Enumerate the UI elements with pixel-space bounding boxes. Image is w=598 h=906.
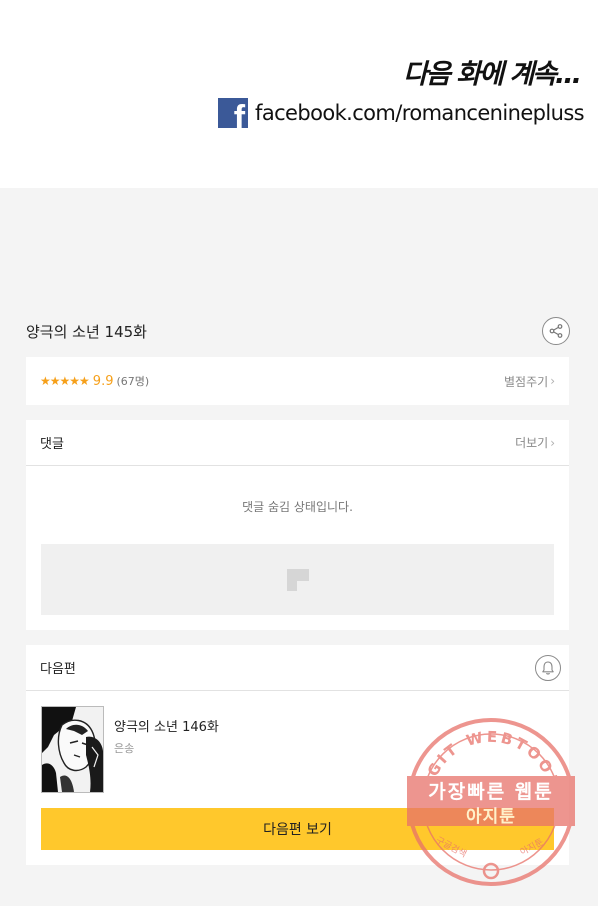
next-episode-author: 은송 [114, 742, 135, 755]
share-icon [549, 324, 563, 338]
episode-title: 양극의 소년 145화 [26, 322, 147, 341]
placeholder-image-icon [286, 568, 309, 591]
next-episode-info: 양극의 소년 146화 은송 [114, 706, 219, 793]
next-episode-thumbnail [41, 706, 104, 793]
to-be-continued-text: 다음 화에 계속… [403, 59, 582, 90]
rating-summary: ★★★★★ 9.9 (67명) [40, 373, 149, 389]
rating-count: (67명) [116, 375, 150, 388]
facebook-link[interactable]: f facebook.com/romanceninepluss [218, 98, 585, 128]
next-episode-card: 다음편 양극의 소년 146화 은송 다음편 보기 [26, 645, 569, 865]
next-episode-title: 양극의 소년 146화 [114, 720, 219, 735]
rate-button[interactable]: 별점주기 › [504, 373, 555, 390]
comments-more-button[interactable]: 더보기 › [515, 434, 555, 451]
comments-hidden-message: 댓글 숨김 상태입니다. [242, 500, 353, 514]
notification-button[interactable] [535, 654, 561, 681]
rate-label: 별점주기 [504, 374, 549, 389]
next-episode-button[interactable]: 다음편 보기 [41, 808, 554, 850]
chevron-right-icon: › [550, 435, 555, 450]
comments-more-label: 더보기 [515, 436, 549, 450]
next-episode-heading: 다음편 [40, 662, 76, 677]
ad-placeholder [41, 544, 554, 615]
episode-end-banner: 다음 화에 계속… f facebook.com/romancenineplus… [0, 0, 598, 188]
chevron-right-icon: › [550, 374, 555, 388]
facebook-url: facebook.com/romanceninepluss [255, 101, 585, 125]
bell-icon [542, 660, 554, 674]
next-episode-item[interactable]: 양극의 소년 146화 은송 [41, 706, 219, 793]
rating-score: 9.9 [92, 373, 114, 389]
episode-title-row: 양극의 소년 145화 [26, 316, 570, 346]
comments-title: 댓글 [40, 437, 64, 452]
next-episode-header: 다음편 [26, 645, 569, 691]
facebook-icon: f [218, 98, 249, 128]
rating-stars: ★★★★★ [40, 374, 90, 388]
rating-card: ★★★★★ 9.9 (67명) 별점주기 › [26, 357, 569, 405]
comments-card: 댓글 더보기 › 댓글 숨김 상태입니다. [26, 420, 569, 630]
share-button[interactable] [542, 317, 570, 345]
comments-header: 댓글 더보기 › [26, 420, 569, 466]
